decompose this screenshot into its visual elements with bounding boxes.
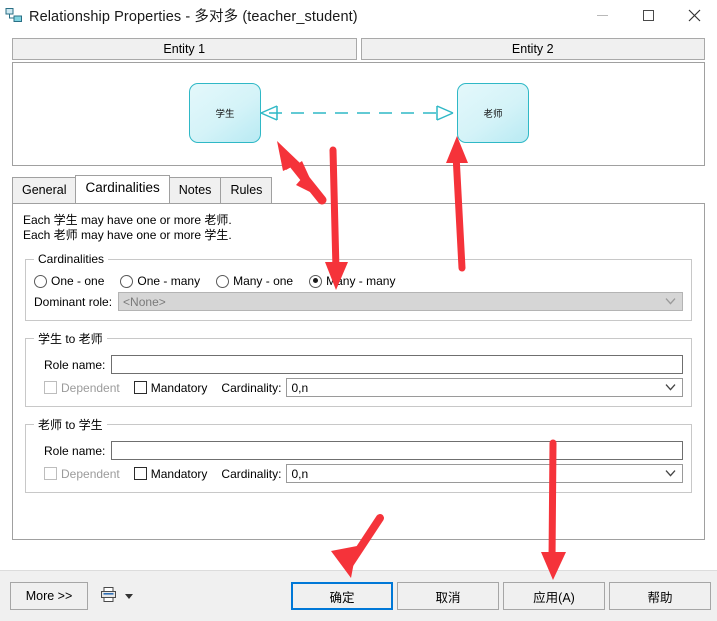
dependent-checkbox-1-box — [44, 381, 57, 394]
mandatory-checkbox-1-box — [133, 381, 147, 394]
cardinality-select-2[interactable]: 0,n — [286, 464, 683, 483]
dominant-role-label: Dominant role: — [34, 294, 113, 309]
close-icon — [688, 9, 700, 22]
chevron-down-icon — [665, 379, 676, 393]
mandatory-checkbox-2-box — [133, 467, 147, 480]
role-group-student-to-teacher: 学生 to 老师 Role name: Dependent Mandatory … — [25, 330, 692, 407]
cardinality-radio-row: One - one One - many Many - one Many - m… — [34, 274, 683, 288]
role-options-row-1: Dependent Mandatory Cardinality: 0,n — [34, 378, 683, 397]
radio-many-many-indicator — [309, 274, 323, 288]
ok-button[interactable]: 确定 — [291, 582, 393, 610]
entity-box-right[interactable]: 老师 — [457, 83, 529, 143]
minimize-button[interactable] — [579, 0, 625, 31]
dominant-role-select[interactable]: <None> — [118, 292, 683, 311]
dependent-checkbox-2-box — [44, 467, 57, 480]
window-controls — [579, 0, 717, 31]
entity-2-header[interactable]: Entity 2 — [360, 38, 705, 60]
cardinality-value-2: 0,n — [291, 466, 309, 481]
role-name-label-2: Role name: — [44, 443, 106, 458]
dependent-label-1: Dependent — [61, 380, 120, 395]
radio-many-one-label: Many - one — [233, 274, 294, 288]
radio-many-one-indicator — [216, 274, 230, 288]
role-options-row-2: Dependent Mandatory Cardinality: 0,n — [34, 464, 683, 483]
tab-strip: General Cardinalities Notes Rules — [12, 175, 705, 203]
print-tool-group — [100, 586, 133, 606]
apply-button[interactable]: 应用(A) — [503, 582, 605, 610]
role-group-1-legend: 学生 to 老师 — [38, 332, 103, 346]
relationship-description: Each 学生 may have one or more 老师. Each 老师… — [23, 213, 704, 243]
description-line-2: Each 老师 may have one or more 学生. — [23, 228, 232, 242]
radio-one-one-label: One - one — [51, 274, 105, 288]
maximize-button[interactable] — [625, 0, 671, 31]
cardinality-label-1: Cardinality: — [221, 380, 282, 395]
tab-notes[interactable]: Notes — [168, 177, 222, 203]
close-button[interactable] — [671, 0, 717, 31]
relationship-line — [260, 105, 454, 121]
cardinalities-tab-panel: Each 学生 may have one or more 老师. Each 老师… — [12, 203, 705, 540]
radio-many-one[interactable]: Many - one — [216, 274, 293, 288]
mandatory-checkbox-1[interactable]: Mandatory — [133, 380, 208, 395]
cancel-button[interactable]: 取消 — [397, 582, 499, 610]
mandatory-checkbox-2[interactable]: Mandatory — [133, 466, 208, 481]
radio-one-many[interactable]: One - many — [120, 274, 200, 288]
window-title: Relationship Properties - 多对多 (teacher_s… — [29, 9, 358, 25]
mandatory-label-1: Mandatory — [150, 380, 208, 395]
dependent-checkbox-2[interactable]: Dependent — [44, 467, 120, 481]
entity-box-right-label: 老师 — [483, 109, 503, 120]
radio-one-one-indicator — [34, 274, 47, 288]
role-name-label-1: Role name: — [44, 357, 106, 372]
cardinalities-group-legend: Cardinalities — [38, 252, 105, 266]
more-button[interactable]: More >> — [10, 582, 88, 610]
role-name-input-2[interactable] — [111, 441, 683, 460]
help-button[interactable]: 帮助 — [609, 582, 711, 610]
radio-many-many-label: Many - many — [326, 274, 396, 288]
entity-box-left-label: 学生 — [215, 109, 235, 120]
tab-rules[interactable]: Rules — [220, 177, 273, 203]
cardinality-label-2: Cardinality: — [221, 466, 282, 481]
radio-one-many-indicator — [120, 274, 134, 288]
relationship-diagram-panel: 学生 老师 — [12, 62, 705, 166]
entity-header-bar: Entity 1 Entity 2 — [12, 38, 705, 60]
role-name-input-1[interactable] — [111, 355, 683, 374]
dependent-checkbox-1[interactable]: Dependent — [44, 381, 120, 395]
cardinalities-group: Cardinalities One - one One - many Many … — [25, 252, 692, 321]
caret-down-icon[interactable] — [125, 593, 133, 599]
dialog-footer: More >> 确定 取消 应用(A) 帮助 — [0, 570, 717, 621]
chevron-down-icon — [665, 293, 676, 307]
role-name-row-2: Role name: — [34, 441, 683, 460]
title-bar: Relationship Properties - 多对多 (teacher_s… — [0, 0, 717, 31]
dominant-role-value: <None> — [123, 294, 166, 309]
relationship-icon — [5, 7, 23, 25]
radio-one-one[interactable]: One - one — [34, 274, 104, 288]
mandatory-label-2: Mandatory — [150, 466, 208, 481]
cardinality-value-1: 0,n — [291, 380, 309, 395]
tab-general[interactable]: General — [12, 177, 77, 203]
role-name-row-1: Role name: — [34, 355, 683, 374]
cardinality-select-1[interactable]: 0,n — [286, 378, 683, 397]
radio-one-many-label: One - many — [137, 274, 201, 288]
printer-icon[interactable] — [100, 586, 117, 606]
radio-many-many[interactable]: Many - many — [309, 274, 395, 288]
entity-1-header[interactable]: Entity 1 — [12, 38, 357, 60]
description-line-1: Each 学生 may have one or more 老师. — [23, 213, 232, 227]
role-group-teacher-to-student: 老师 to 学生 Role name: Dependent Mandatory … — [25, 416, 692, 493]
tab-cardinalities[interactable]: Cardinalities — [75, 175, 170, 203]
entity-box-left[interactable]: 学生 — [189, 83, 261, 143]
dependent-label-2: Dependent — [61, 466, 120, 481]
chevron-down-icon — [665, 465, 676, 479]
role-group-2-legend: 老师 to 学生 — [38, 418, 103, 432]
dominant-role-row: Dominant role: <None> — [34, 292, 683, 311]
